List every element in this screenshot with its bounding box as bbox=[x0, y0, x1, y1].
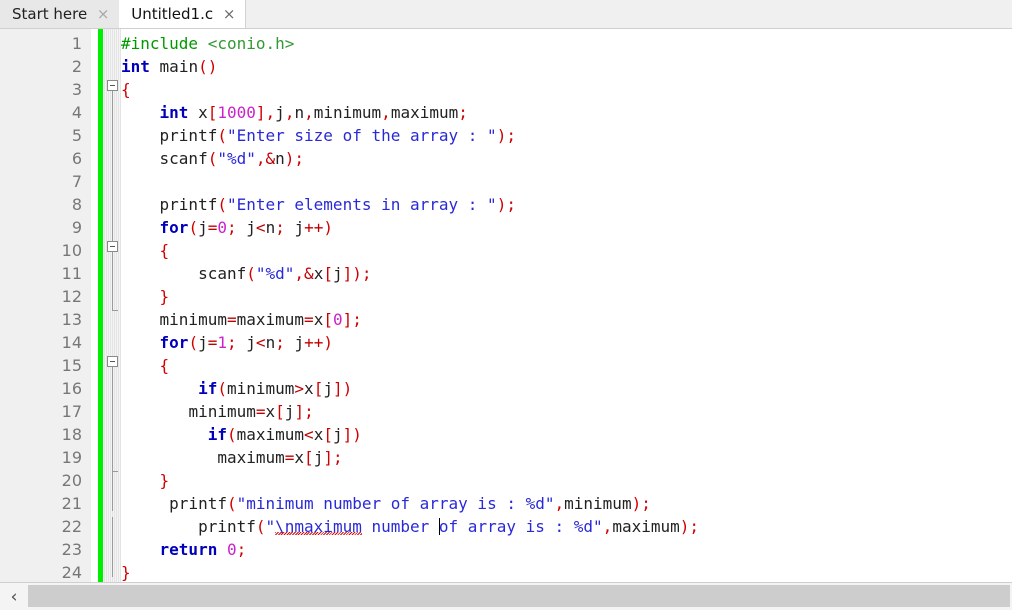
line-number: 14 bbox=[61, 333, 82, 352]
line-content: { bbox=[159, 356, 170, 375]
line-content: minimum=maximum=x[0]; bbox=[159, 310, 362, 329]
tab-untitled1-c[interactable]: Untitled1.c × bbox=[119, 0, 247, 28]
line-content: for(j=1; j<n; j++) bbox=[159, 333, 334, 352]
code-line[interactable]: 16 if(minimum>x[j]) bbox=[0, 377, 1012, 400]
line-number: 15 bbox=[61, 356, 82, 375]
line-number: 3 bbox=[71, 80, 82, 99]
scroll-track[interactable] bbox=[28, 585, 1010, 607]
line-content: printf("\nmaximum number of array is : %… bbox=[198, 517, 700, 536]
line-number: 23 bbox=[61, 540, 82, 559]
line-content: int x[1000],j,n,minimum,maximum; bbox=[159, 103, 468, 122]
code-line[interactable]: 2 int main() bbox=[0, 55, 1012, 78]
code-line[interactable]: 22 printf("\nmaximum number of array is … bbox=[0, 515, 1012, 538]
line-number: 2 bbox=[71, 57, 82, 76]
line-number: 1 bbox=[71, 34, 82, 53]
code-line[interactable]: 18 if(maximum<x[j]) bbox=[0, 423, 1012, 446]
line-number: 11 bbox=[61, 264, 82, 283]
line-content: } bbox=[159, 471, 170, 490]
line-number: 5 bbox=[71, 126, 82, 145]
line-content: } bbox=[121, 563, 131, 582]
code-line[interactable]: 3 { bbox=[0, 78, 1012, 101]
line-number: 9 bbox=[71, 218, 82, 237]
line-content: #include <conio.h> bbox=[121, 34, 295, 53]
line-content: } bbox=[159, 287, 170, 306]
code-line[interactable]: 9 for(j=0; j<n; j++) bbox=[0, 216, 1012, 239]
code-line[interactable]: 7 bbox=[0, 170, 1012, 193]
scroll-left-arrow-icon[interactable]: ‹ bbox=[0, 583, 28, 610]
line-content: { bbox=[159, 241, 170, 260]
code-line[interactable]: 24 } bbox=[0, 561, 1012, 582]
line-content: return 0; bbox=[159, 540, 247, 559]
line-number: 13 bbox=[61, 310, 82, 329]
line-content: printf("Enter elements in array : "); bbox=[159, 195, 516, 214]
code-line[interactable]: 12 } bbox=[0, 285, 1012, 308]
tab-strip: Start here × Untitled1.c × bbox=[0, 0, 247, 28]
line-content: for(j=0; j<n; j++) bbox=[159, 218, 334, 237]
code-line[interactable]: 4 int x[1000],j,n,minimum,maximum; bbox=[0, 101, 1012, 124]
line-number: 12 bbox=[61, 287, 82, 306]
code-line[interactable]: 19 maximum=x[j]; bbox=[0, 446, 1012, 469]
line-number: 22 bbox=[61, 517, 82, 536]
code-line[interactable]: 20 } bbox=[0, 469, 1012, 492]
line-number: 4 bbox=[71, 103, 82, 122]
close-icon[interactable]: × bbox=[222, 6, 236, 21]
horizontal-scrollbar[interactable]: ‹ bbox=[0, 582, 1012, 610]
tab-bar: Start here × Untitled1.c × bbox=[0, 0, 1012, 29]
line-content: printf("Enter size of the array : "); bbox=[159, 126, 516, 145]
line-content: scanf("%d",&x[j]); bbox=[198, 264, 372, 283]
line-number: 17 bbox=[61, 402, 82, 421]
line-content: { bbox=[121, 80, 131, 99]
line-content: minimum=x[j]; bbox=[188, 402, 314, 421]
code-line[interactable]: 14 for(j=1; j<n; j++) bbox=[0, 331, 1012, 354]
line-number: 18 bbox=[61, 425, 82, 444]
code-line[interactable]: 15 { bbox=[0, 354, 1012, 377]
code-line[interactable]: 17 minimum=x[j]; bbox=[0, 400, 1012, 423]
line-number: 6 bbox=[71, 149, 82, 168]
line-number: 10 bbox=[61, 241, 82, 260]
close-icon[interactable]: × bbox=[96, 6, 110, 21]
tab-bar-empty-area bbox=[233, 0, 1012, 29]
code-line[interactable]: 11 scanf("%d",&x[j]); bbox=[0, 262, 1012, 285]
line-number: 20 bbox=[61, 471, 82, 490]
code-lines: 1 #include <conio.h> 2 int main() 3 { 4 … bbox=[0, 32, 1012, 582]
line-content: printf("minimum number of array is : %d"… bbox=[169, 494, 651, 513]
line-content: maximum=x[j]; bbox=[217, 448, 343, 467]
line-content: if(minimum>x[j]) bbox=[198, 379, 353, 398]
line-number: 24 bbox=[61, 563, 82, 582]
line-number: 7 bbox=[71, 172, 82, 191]
line-number: 8 bbox=[71, 195, 82, 214]
code-line[interactable]: 10 { bbox=[0, 239, 1012, 262]
code-editor-pane[interactable]: 1 #include <conio.h> 2 int main() 3 { 4 … bbox=[0, 28, 1012, 582]
code-line[interactable]: 21 printf("minimum number of array is : … bbox=[0, 492, 1012, 515]
code-line[interactable]: 5 printf("Enter size of the array : "); bbox=[0, 124, 1012, 147]
code-line[interactable]: 8 printf("Enter elements in array : "); bbox=[0, 193, 1012, 216]
code-line[interactable]: 13 minimum=maximum=x[0]; bbox=[0, 308, 1012, 331]
line-content: if(maximum<x[j]) bbox=[207, 425, 362, 444]
code-line[interactable]: 23 return 0; bbox=[0, 538, 1012, 561]
line-number: 21 bbox=[61, 494, 82, 513]
code-line[interactable]: 6 scanf("%d",&n); bbox=[0, 147, 1012, 170]
tab-start-here-label: Start here bbox=[12, 5, 88, 23]
line-number: 16 bbox=[61, 379, 82, 398]
line-content: int main() bbox=[121, 57, 218, 76]
line-number: 19 bbox=[61, 448, 82, 467]
spellcheck-underlined-word: \nmaximum bbox=[275, 517, 362, 536]
tab-start-here[interactable]: Start here × bbox=[0, 0, 120, 28]
code-editor-window: Start here × Untitled1.c × 1 #include <c… bbox=[0, 0, 1012, 610]
line-content: scanf("%d",&n); bbox=[159, 149, 305, 168]
code-line[interactable]: 1 #include <conio.h> bbox=[0, 32, 1012, 55]
tab-untitled1-c-label: Untitled1.c bbox=[131, 5, 214, 23]
